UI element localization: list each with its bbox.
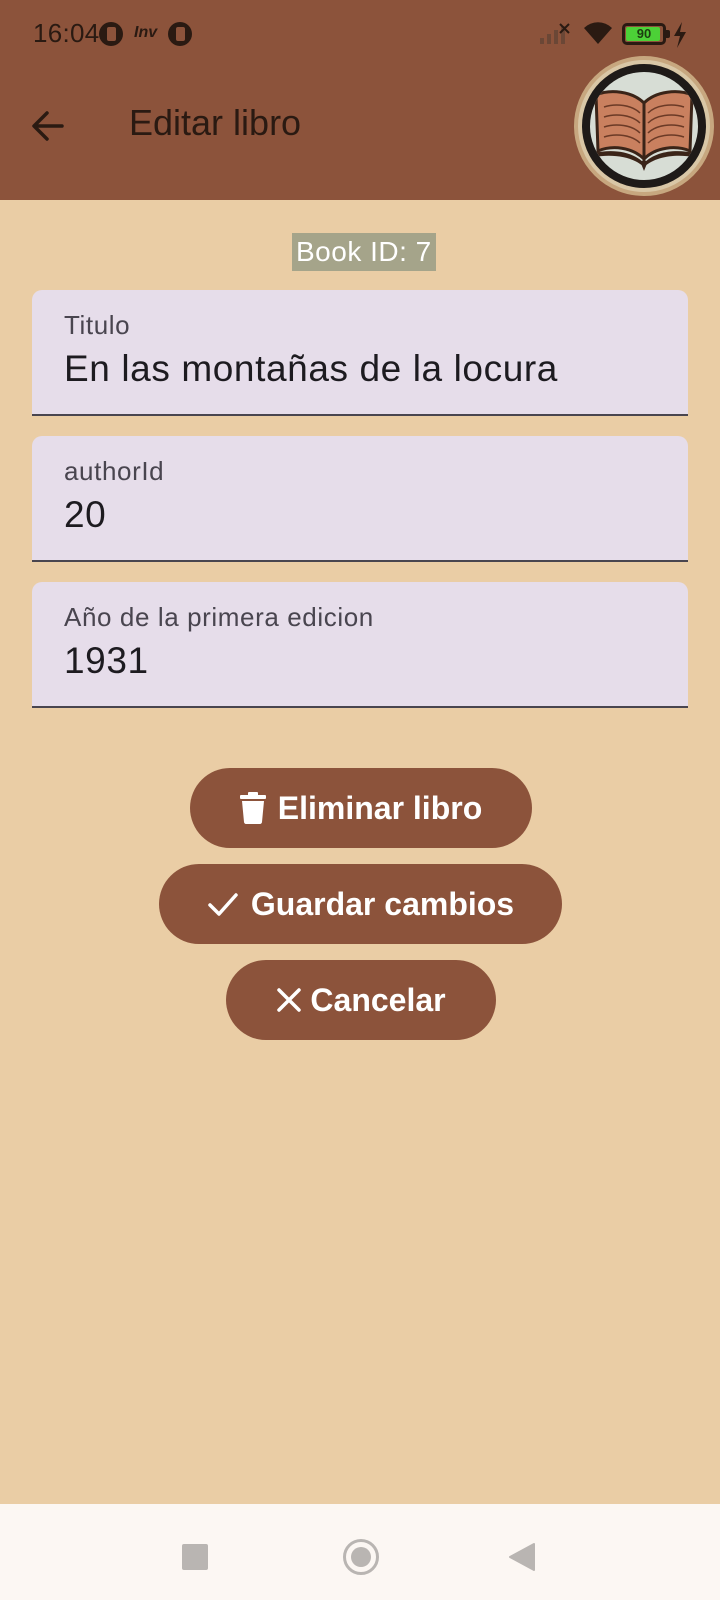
cancel-button[interactable]: Cancelar (226, 960, 496, 1040)
signal-icon (540, 23, 570, 44)
status-time: 16:04 (33, 18, 100, 48)
first-edition-year-field[interactable]: Año de la primera edicion 1931 (32, 582, 688, 708)
back-button[interactable] (22, 100, 74, 152)
battery-icon: 90 (622, 23, 670, 45)
wifi-icon (584, 22, 612, 44)
close-icon (276, 987, 302, 1013)
status-bar: 16:04 Inv 90 (0, 0, 720, 70)
save-changes-button[interactable]: Guardar cambios (159, 864, 562, 944)
first-edition-year-field-label: Año de la primera edicion (64, 602, 374, 632)
recents-icon[interactable] (182, 1544, 208, 1570)
arrow-back-icon (32, 111, 64, 141)
save-changes-label: Guardar cambios (250, 885, 515, 922)
system-navigation-bar (0, 1504, 720, 1600)
trash-icon (239, 792, 266, 824)
book-id-label: Book ID: 7 (292, 233, 436, 271)
page-title: Editar libro (129, 102, 302, 143)
delete-book-button[interactable]: Eliminar libro (190, 768, 532, 848)
author-id-field-value[interactable]: 20 (64, 494, 106, 536)
title-field[interactable]: Titulo En las montañas de la locura (32, 290, 688, 416)
charging-icon (674, 22, 686, 48)
notification-icon (99, 22, 123, 46)
notification-text: Inv (134, 24, 158, 41)
author-id-field[interactable]: authorId 20 (32, 436, 688, 562)
cancel-label: Cancelar (310, 981, 446, 1018)
open-book-logo (574, 56, 714, 196)
delete-book-label: Eliminar libro (277, 789, 483, 826)
check-icon (207, 890, 239, 918)
top-app-bar: 16:04 Inv 90 Editar libro (0, 0, 720, 200)
first-edition-year-field-value[interactable]: 1931 (64, 640, 149, 682)
title-field-value[interactable]: En las montañas de la locura (64, 348, 558, 390)
battery-level: 90 (636, 26, 652, 41)
book-icon (594, 90, 694, 171)
back-nav-icon[interactable] (508, 1542, 536, 1572)
author-id-field-label: authorId (64, 456, 165, 486)
notification-icon (168, 22, 192, 46)
home-icon[interactable] (343, 1539, 379, 1575)
title-field-label: Titulo (64, 310, 131, 340)
